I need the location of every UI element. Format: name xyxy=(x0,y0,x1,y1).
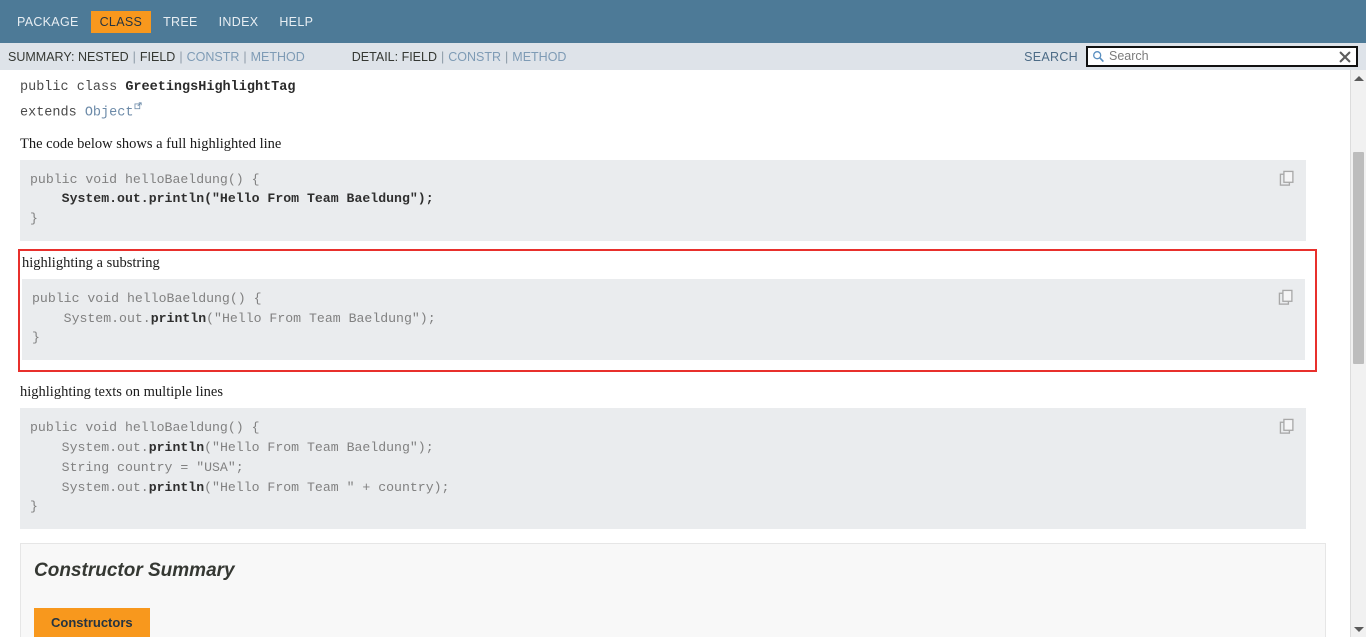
detail-field: FIELD xyxy=(401,49,438,64)
section-caption-1: The code below shows a full highlighted … xyxy=(20,135,282,152)
extends-keyword: extends xyxy=(20,105,85,121)
summary-nested: NESTED xyxy=(77,49,129,64)
search-input[interactable] xyxy=(1109,49,1338,64)
code-fragment: System.out. xyxy=(30,440,149,456)
detail-constr[interactable]: CONSTR xyxy=(448,50,501,64)
summary-links-group: SUMMARY: NESTED | FIELD | CONSTR | METHO… xyxy=(8,50,305,64)
detail-label: DETAIL: xyxy=(351,49,399,64)
code-text-1: public void helloBaeldung() { System.out… xyxy=(30,170,1306,229)
scroll-down-button[interactable] xyxy=(1351,621,1366,637)
copy-icon[interactable] xyxy=(1279,170,1296,187)
separator: | xyxy=(132,49,136,64)
summary-method[interactable]: METHOD xyxy=(251,50,305,64)
nav-item-index[interactable]: INDEX xyxy=(210,11,268,33)
magnifier-icon xyxy=(1092,50,1105,63)
nav-item-help[interactable]: HELP xyxy=(270,11,322,33)
close-x-icon[interactable] xyxy=(1338,50,1352,64)
code-text-2: public void helloBaeldung() { System.out… xyxy=(32,289,1305,348)
code-fragment: ("Hello From Team Baeldung"); xyxy=(204,440,434,456)
search-box[interactable] xyxy=(1086,46,1358,67)
detail-method[interactable]: METHOD xyxy=(512,50,566,64)
chevron-down-icon xyxy=(1353,626,1364,632)
constructor-summary-title: Constructor Summary xyxy=(34,560,235,582)
separator: | xyxy=(243,49,247,64)
code-fragment-highlighted: println xyxy=(148,479,205,495)
search-area: SEARCH xyxy=(1024,43,1358,70)
separator: | xyxy=(441,49,445,64)
code-fragment: System.out. xyxy=(30,479,149,495)
summary-field: FIELD xyxy=(139,49,176,64)
section-caption-3: highlighting texts on multiple lines xyxy=(20,384,223,401)
annotation-box-substring-highlight: highlighting a substring public void hel… xyxy=(18,248,1317,373)
copy-icon[interactable] xyxy=(1278,289,1295,306)
nav-item-tree[interactable]: TREE xyxy=(154,11,207,33)
nav-item-class[interactable]: CLASS xyxy=(90,10,152,33)
code-line: public void helloBaeldung() { xyxy=(30,420,260,436)
tab-constructors[interactable]: Constructors xyxy=(34,608,150,637)
code-line: public void helloBaeldung() { xyxy=(30,171,260,187)
section-caption-2: highlighting a substring xyxy=(22,254,160,271)
search-label: SEARCH xyxy=(1024,49,1078,64)
constructor-summary-section: Constructor Summary Constructors xyxy=(20,543,1326,637)
separator: | xyxy=(505,49,509,64)
code-line: String country = "USA"; xyxy=(30,459,244,475)
code-block-1: public void helloBaeldung() { System.out… xyxy=(20,159,1306,241)
code-line: public void helloBaeldung() { xyxy=(32,290,262,306)
code-text-3: public void helloBaeldung() { System.out… xyxy=(30,418,1306,517)
vertical-scrollbar[interactable] xyxy=(1350,70,1366,637)
nav-item-package[interactable]: PACKAGE xyxy=(8,11,88,33)
code-fragment-highlighted: println xyxy=(148,440,205,456)
declaration-modifiers: public class xyxy=(20,80,126,95)
class-name: GreetingsHighlightTag xyxy=(125,80,296,95)
code-fragment-highlighted: println xyxy=(150,310,207,326)
code-fragment: ("Hello From Team Baeldung"); xyxy=(206,310,436,326)
summary-label: SUMMARY: xyxy=(8,49,75,64)
main-content: public class GreetingsHighlightTag exten… xyxy=(0,70,1350,637)
code-block-2: public void helloBaeldung() { System.out… xyxy=(22,278,1305,361)
code-fragment: ("Hello From Team " + country); xyxy=(204,479,450,495)
code-block-3: public void helloBaeldung() { System.out… xyxy=(20,408,1306,530)
class-declaration: public class GreetingsHighlightTag exten… xyxy=(0,70,1350,124)
top-navigation-bar: PACKAGE CLASS TREE INDEX HELP xyxy=(0,0,1366,43)
copy-icon[interactable] xyxy=(1279,418,1296,435)
summary-tab-list: Constructors xyxy=(21,608,1325,637)
superclass-link[interactable]: Object xyxy=(85,106,134,121)
code-line-highlighted: System.out.println("Hello From Team Bael… xyxy=(30,191,434,207)
separator: | xyxy=(179,49,183,64)
code-line: } xyxy=(30,211,38,227)
external-link-icon xyxy=(134,98,143,110)
scrollbar-thumb[interactable] xyxy=(1353,152,1364,364)
code-line: } xyxy=(30,499,38,515)
summary-constr[interactable]: CONSTR xyxy=(187,50,240,64)
chevron-up-icon xyxy=(1353,75,1364,81)
sub-navigation-bar: SUMMARY: NESTED | FIELD | CONSTR | METHO… xyxy=(0,43,1366,70)
scroll-up-button[interactable] xyxy=(1351,70,1366,86)
code-line: } xyxy=(32,330,40,346)
code-fragment: System.out. xyxy=(32,310,151,326)
detail-links-group: DETAIL: FIELD | CONSTR | METHOD xyxy=(352,50,567,64)
